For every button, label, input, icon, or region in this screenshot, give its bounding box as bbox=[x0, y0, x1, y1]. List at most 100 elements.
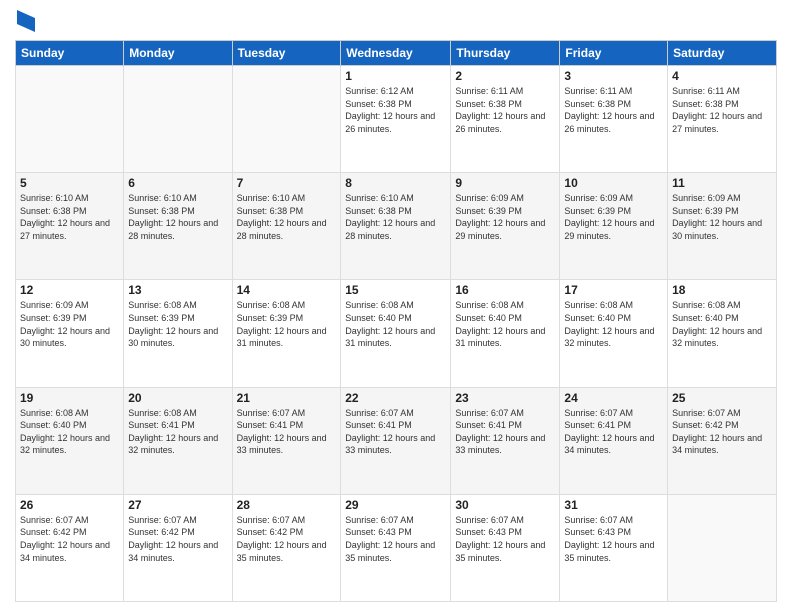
day-info: Sunrise: 6:10 AMSunset: 6:38 PMDaylight:… bbox=[20, 192, 119, 242]
calendar-cell: 12 Sunrise: 6:09 AMSunset: 6:39 PMDayligh… bbox=[16, 280, 124, 387]
weekday-header-monday: Monday bbox=[124, 41, 232, 66]
calendar-cell bbox=[668, 494, 777, 601]
day-number: 7 bbox=[237, 176, 337, 190]
calendar-week-2: 5 Sunrise: 6:10 AMSunset: 6:38 PMDaylight… bbox=[16, 173, 777, 280]
day-number: 15 bbox=[345, 283, 446, 297]
day-info: Sunrise: 6:11 AMSunset: 6:38 PMDaylight:… bbox=[564, 85, 663, 135]
calendar-cell: 5 Sunrise: 6:10 AMSunset: 6:38 PMDaylight… bbox=[16, 173, 124, 280]
logo-text bbox=[15, 10, 35, 32]
day-number: 18 bbox=[672, 283, 772, 297]
calendar-cell: 3 Sunrise: 6:11 AMSunset: 6:38 PMDaylight… bbox=[560, 66, 668, 173]
calendar-cell bbox=[124, 66, 232, 173]
logo bbox=[15, 10, 35, 32]
calendar-cell: 16 Sunrise: 6:08 AMSunset: 6:40 PMDayligh… bbox=[451, 280, 560, 387]
calendar-cell: 18Sunrise: 6:08 AMSunset: 6:40 PMDayligh… bbox=[668, 280, 777, 387]
day-info: Sunrise: 6:10 AMSunset: 6:38 PMDaylight:… bbox=[345, 192, 446, 242]
day-info: Sunrise: 6:08 AMSunset: 6:40 PMDaylight:… bbox=[20, 407, 119, 457]
day-number: 12 bbox=[20, 283, 119, 297]
day-info: Sunrise: 6:07 AMSunset: 6:43 PMDaylight:… bbox=[345, 514, 446, 564]
day-number: 5 bbox=[20, 176, 119, 190]
calendar-cell bbox=[16, 66, 124, 173]
calendar-cell: 4 Sunrise: 6:11 AMSunset: 6:38 PMDaylight… bbox=[668, 66, 777, 173]
day-info: Sunrise: 6:07 AMSunset: 6:41 PMDaylight:… bbox=[564, 407, 663, 457]
day-number: 22 bbox=[345, 391, 446, 405]
day-info: Sunrise: 6:07 AMSunset: 6:41 PMDaylight:… bbox=[455, 407, 555, 457]
day-info: Sunrise: 6:07 AMSunset: 6:43 PMDaylight:… bbox=[564, 514, 663, 564]
day-info: Sunrise: 6:09 AMSunset: 6:39 PMDaylight:… bbox=[455, 192, 555, 242]
calendar-cell: 8Sunrise: 6:10 AMSunset: 6:38 PMDaylight… bbox=[341, 173, 451, 280]
day-number: 2 bbox=[455, 69, 555, 83]
day-number: 10 bbox=[564, 176, 663, 190]
day-number: 29 bbox=[345, 498, 446, 512]
day-number: 27 bbox=[128, 498, 227, 512]
calendar-cell: 29 Sunrise: 6:07 AMSunset: 6:43 PMDayligh… bbox=[341, 494, 451, 601]
day-number: 23 bbox=[455, 391, 555, 405]
weekday-header-friday: Friday bbox=[560, 41, 668, 66]
day-number: 11 bbox=[672, 176, 772, 190]
day-number: 3 bbox=[564, 69, 663, 83]
day-number: 26 bbox=[20, 498, 119, 512]
logo-icon bbox=[17, 10, 35, 32]
day-info: Sunrise: 6:11 AMSunset: 6:38 PMDaylight:… bbox=[455, 85, 555, 135]
weekday-header-tuesday: Tuesday bbox=[232, 41, 341, 66]
day-number: 6 bbox=[128, 176, 227, 190]
day-info: Sunrise: 6:08 AMSunset: 6:39 PMDaylight:… bbox=[128, 299, 227, 349]
calendar-week-5: 26 Sunrise: 6:07 AMSunset: 6:42 PMDayligh… bbox=[16, 494, 777, 601]
day-number: 20 bbox=[128, 391, 227, 405]
day-info: Sunrise: 6:08 AMSunset: 6:40 PMDaylight:… bbox=[564, 299, 663, 349]
day-number: 14 bbox=[237, 283, 337, 297]
day-info: Sunrise: 6:08 AMSunset: 6:40 PMDaylight:… bbox=[455, 299, 555, 349]
day-number: 4 bbox=[672, 69, 772, 83]
calendar-cell: 21 Sunrise: 6:07 AMSunset: 6:41 PMDayligh… bbox=[232, 387, 341, 494]
day-info: Sunrise: 6:07 AMSunset: 6:41 PMDaylight:… bbox=[345, 407, 446, 457]
day-number: 21 bbox=[237, 391, 337, 405]
calendar-cell: 31 Sunrise: 6:07 AMSunset: 6:43 PMDayligh… bbox=[560, 494, 668, 601]
calendar-page: SundayMondayTuesdayWednesdayThursdayFrid… bbox=[0, 0, 792, 612]
day-info: Sunrise: 6:08 AMSunset: 6:41 PMDaylight:… bbox=[128, 407, 227, 457]
calendar-cell: 11 Sunrise: 6:09 AMSunset: 6:39 PMDayligh… bbox=[668, 173, 777, 280]
day-info: Sunrise: 6:07 AMSunset: 6:42 PMDaylight:… bbox=[20, 514, 119, 564]
calendar-cell: 13 Sunrise: 6:08 AMSunset: 6:39 PMDayligh… bbox=[124, 280, 232, 387]
calendar-cell: 22 Sunrise: 6:07 AMSunset: 6:41 PMDayligh… bbox=[341, 387, 451, 494]
calendar-cell: 14 Sunrise: 6:08 AMSunset: 6:39 PMDayligh… bbox=[232, 280, 341, 387]
calendar-cell: 23 Sunrise: 6:07 AMSunset: 6:41 PMDayligh… bbox=[451, 387, 560, 494]
calendar-cell: 6Sunrise: 6:10 AMSunset: 6:38 PMDaylight… bbox=[124, 173, 232, 280]
calendar-cell: 27 Sunrise: 6:07 AMSunset: 6:42 PMDayligh… bbox=[124, 494, 232, 601]
day-info: Sunrise: 6:10 AMSunset: 6:38 PMDaylight:… bbox=[237, 192, 337, 242]
day-info: Sunrise: 6:09 AMSunset: 6:39 PMDaylight:… bbox=[20, 299, 119, 349]
calendar-table: SundayMondayTuesdayWednesdayThursdayFrid… bbox=[15, 40, 777, 602]
calendar-cell: 26 Sunrise: 6:07 AMSunset: 6:42 PMDayligh… bbox=[16, 494, 124, 601]
day-number: 9 bbox=[455, 176, 555, 190]
day-info: Sunrise: 6:07 AMSunset: 6:42 PMDaylight:… bbox=[237, 514, 337, 564]
day-info: Sunrise: 6:08 AMSunset: 6:39 PMDaylight:… bbox=[237, 299, 337, 349]
calendar-cell: 10Sunrise: 6:09 AMSunset: 6:39 PMDayligh… bbox=[560, 173, 668, 280]
calendar-cell: 30Sunrise: 6:07 AMSunset: 6:43 PMDayligh… bbox=[451, 494, 560, 601]
day-info: Sunrise: 6:09 AMSunset: 6:39 PMDaylight:… bbox=[672, 192, 772, 242]
day-number: 13 bbox=[128, 283, 227, 297]
day-number: 28 bbox=[237, 498, 337, 512]
weekday-header-row: SundayMondayTuesdayWednesdayThursdayFrid… bbox=[16, 41, 777, 66]
day-info: Sunrise: 6:12 AMSunset: 6:38 PMDaylight:… bbox=[345, 85, 446, 135]
weekday-header-thursday: Thursday bbox=[451, 41, 560, 66]
day-number: 31 bbox=[564, 498, 663, 512]
day-number: 30 bbox=[455, 498, 555, 512]
calendar-week-3: 12 Sunrise: 6:09 AMSunset: 6:39 PMDayligh… bbox=[16, 280, 777, 387]
calendar-cell: 9 Sunrise: 6:09 AMSunset: 6:39 PMDaylight… bbox=[451, 173, 560, 280]
day-info: Sunrise: 6:11 AMSunset: 6:38 PMDaylight:… bbox=[672, 85, 772, 135]
calendar-cell: 2 Sunrise: 6:11 AMSunset: 6:38 PMDaylight… bbox=[451, 66, 560, 173]
calendar-cell: 7 Sunrise: 6:10 AMSunset: 6:38 PMDaylight… bbox=[232, 173, 341, 280]
day-number: 16 bbox=[455, 283, 555, 297]
calendar-cell: 1Sunrise: 6:12 AMSunset: 6:38 PMDaylight… bbox=[341, 66, 451, 173]
day-info: Sunrise: 6:07 AMSunset: 6:41 PMDaylight:… bbox=[237, 407, 337, 457]
weekday-header-sunday: Sunday bbox=[16, 41, 124, 66]
day-info: Sunrise: 6:07 AMSunset: 6:42 PMDaylight:… bbox=[128, 514, 227, 564]
calendar-cell bbox=[232, 66, 341, 173]
calendar-week-1: 1Sunrise: 6:12 AMSunset: 6:38 PMDaylight… bbox=[16, 66, 777, 173]
calendar-cell: 20 Sunrise: 6:08 AMSunset: 6:41 PMDayligh… bbox=[124, 387, 232, 494]
day-info: Sunrise: 6:08 AMSunset: 6:40 PMDaylight:… bbox=[345, 299, 446, 349]
day-number: 17 bbox=[564, 283, 663, 297]
calendar-cell: 15 Sunrise: 6:08 AMSunset: 6:40 PMDayligh… bbox=[341, 280, 451, 387]
weekday-header-saturday: Saturday bbox=[668, 41, 777, 66]
weekday-header-wednesday: Wednesday bbox=[341, 41, 451, 66]
day-info: Sunrise: 6:07 AMSunset: 6:42 PMDaylight:… bbox=[672, 407, 772, 457]
